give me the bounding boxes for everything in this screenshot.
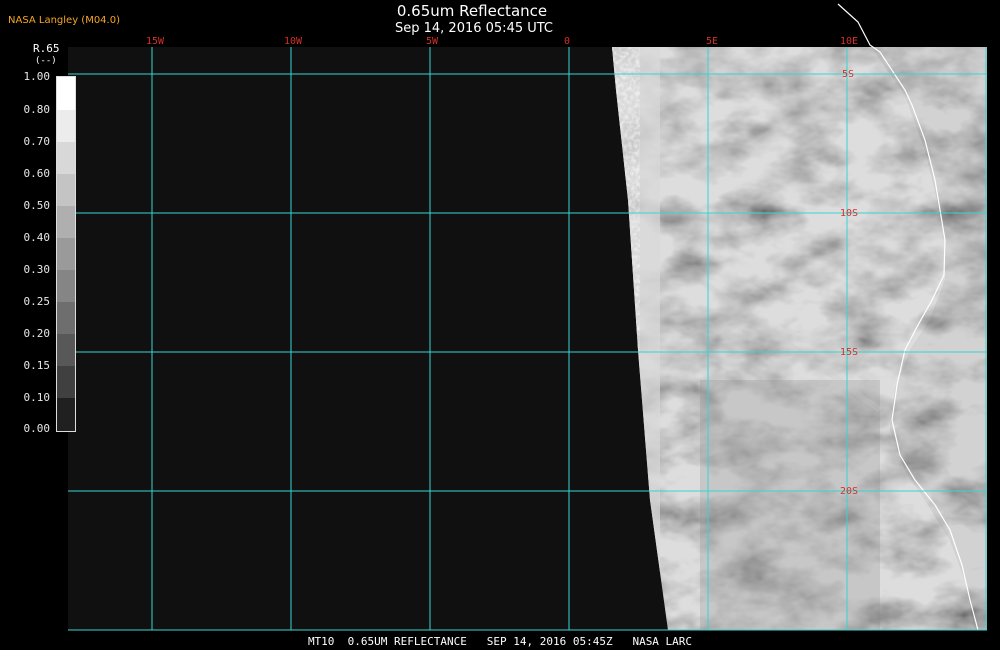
- lat-label-5s: 5S: [842, 69, 854, 80]
- reflectance-swath: [612, 47, 987, 630]
- lon-label-15w: 15W: [146, 36, 165, 47]
- colorbar-tick-label: 0.15: [23, 359, 51, 372]
- colorbar-title: R.65: [33, 42, 60, 55]
- lon-label-10e: 10E: [840, 36, 858, 47]
- colorbar-tick-label: 0.40: [23, 231, 51, 244]
- lon-label-10w: 10W: [284, 36, 303, 47]
- colorbar-tick-label: 0.60: [23, 167, 51, 180]
- footer-caption: MT10 0.65UM REFLECTANCE SEP 14, 2016 05:…: [307, 635, 693, 648]
- colorbar-tick-label: 0.25: [23, 295, 51, 308]
- lat-label-20s: 20S: [840, 486, 858, 497]
- colorbar-units: (--): [35, 56, 57, 66]
- lat-label-10s: 10S: [840, 208, 858, 219]
- colorbar-tick-label: 0.00: [23, 422, 51, 435]
- lon-label-5w: 5W: [426, 36, 439, 47]
- lon-label-5e: 5E: [706, 36, 718, 47]
- satellite-map: 15W 10W 5W 0 5E 10E 5S 10S 15S 20S: [68, 3, 987, 631]
- colorbar: [56, 76, 76, 432]
- colorbar-tick-label: 0.50: [23, 199, 51, 212]
- colorbar-tick-label: 0.10: [23, 391, 51, 404]
- colorbar-tick-label: 1.00: [23, 70, 51, 83]
- colorbar-tick-label: 0.30: [23, 263, 51, 276]
- colorbar-tick-label: 0.70: [23, 135, 51, 148]
- lon-label-0: 0: [564, 36, 570, 47]
- colorbar-tick-label: 0.80: [23, 103, 51, 116]
- lat-label-15s: 15S: [840, 347, 858, 358]
- colorbar-tick-label: 0.20: [23, 327, 51, 340]
